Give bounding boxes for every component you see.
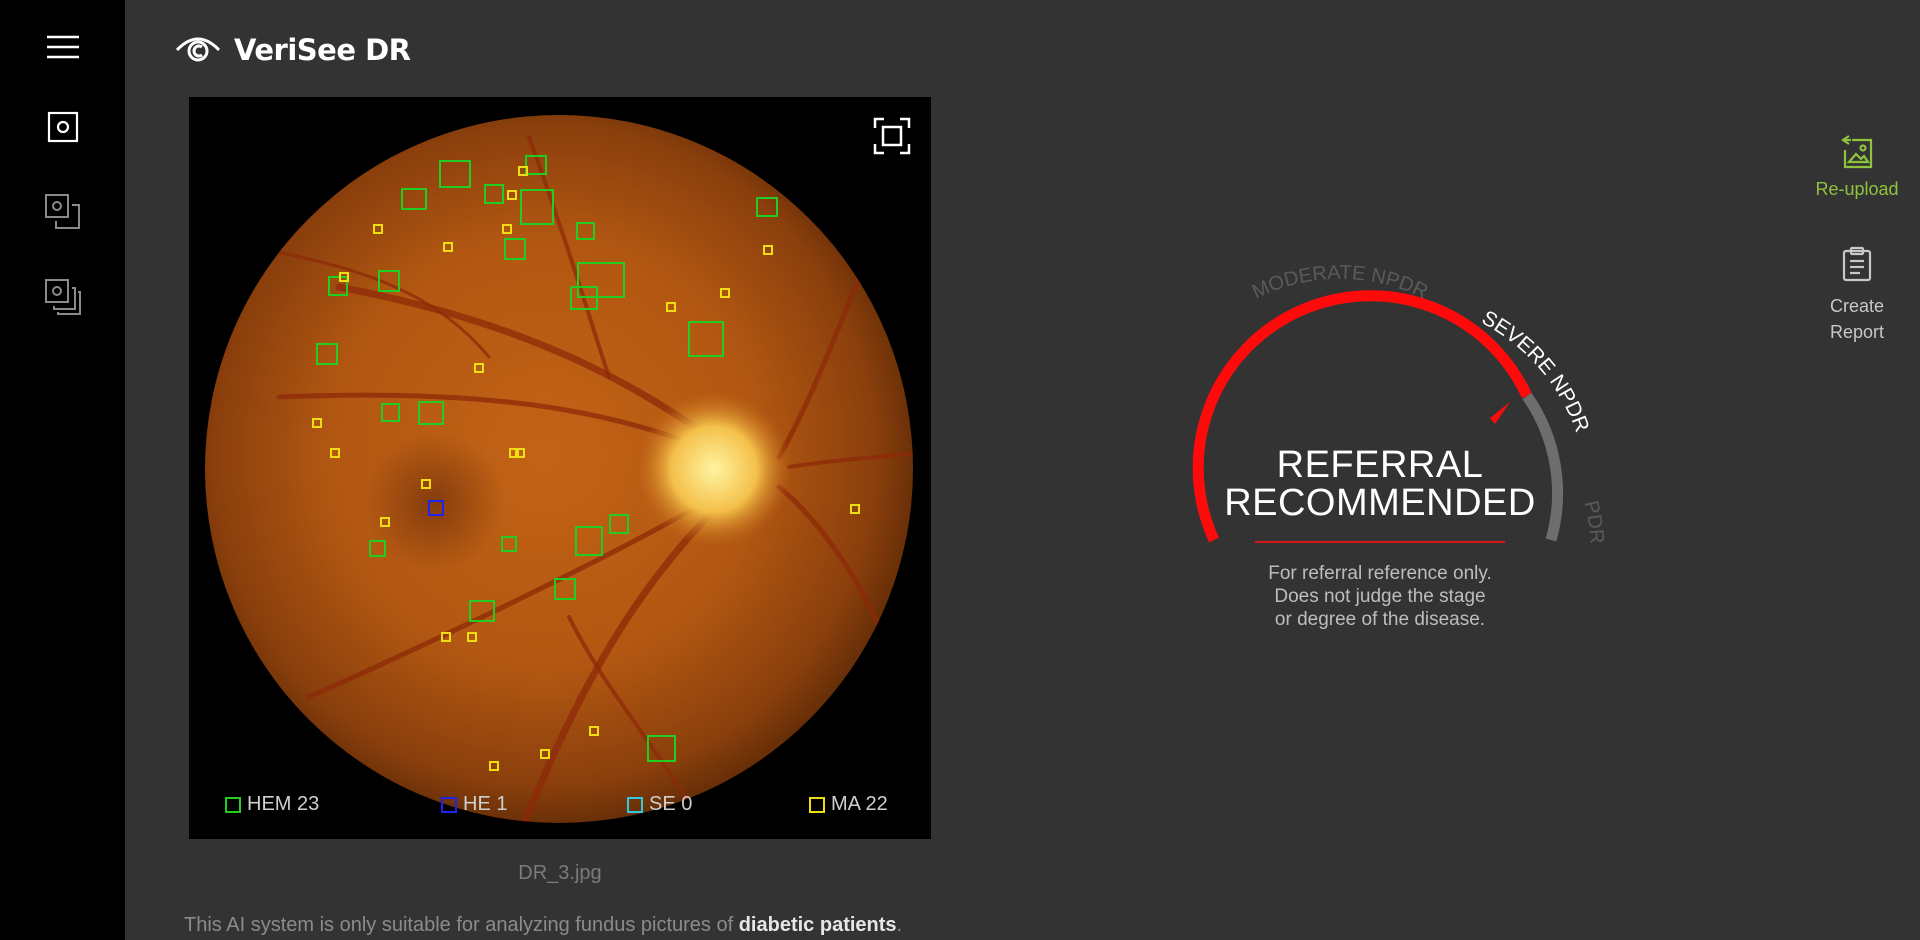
legend-item-he: HE 1: [441, 793, 507, 816]
report-label-line: Report: [1829, 322, 1885, 342]
lesion-legend: HEM 23 HE 1 SE 0 MA 22: [189, 793, 931, 823]
sidebar: [0, 0, 125, 940]
fundus-image: [205, 115, 913, 823]
gauge-pointer: [1490, 402, 1510, 424]
legend-label: SE 0: [649, 793, 693, 815]
footer-disclaimer: This AI system is only suitable for anal…: [184, 914, 902, 937]
legend-item-ma: MA 22: [809, 793, 888, 816]
headline-underline: [1255, 541, 1505, 543]
legend-swatch: [627, 796, 643, 813]
create-report-button[interactable]: Create Report: [1797, 246, 1917, 345]
image-pair-icon[interactable]: [40, 189, 86, 235]
image-stack-icon[interactable]: [40, 274, 86, 320]
fullscreen-icon[interactable]: [873, 117, 911, 155]
headline-line: RECOMMENDED: [1224, 482, 1536, 524]
referral-headline: REFERRAL RECOMMENDED: [1180, 446, 1580, 522]
headline-line: REFERRAL: [1276, 444, 1484, 486]
legend-item-hem: HEM 23: [225, 793, 319, 816]
single-image-icon[interactable]: [40, 104, 86, 150]
legend-swatch: [809, 796, 825, 813]
legend-label: MA 22: [831, 793, 888, 815]
legend-swatch: [225, 796, 241, 813]
referral-note: For referral reference only. Does not ju…: [1230, 562, 1530, 631]
legend-label: HEM 23: [247, 793, 320, 815]
legend-swatch: [441, 796, 457, 813]
note-line: For referral reference only.: [1268, 563, 1492, 584]
legend-item-se: SE 0: [627, 793, 692, 816]
disclaimer-suffix: .: [896, 914, 903, 936]
eye-logo-icon: [174, 30, 222, 69]
reupload-image-icon: [1797, 134, 1917, 175]
disclaimer-text: This AI system is only suitable for anal…: [184, 914, 739, 936]
legend-label: HE 1: [463, 793, 508, 815]
app-title: VeriSee DR: [234, 32, 411, 67]
report-label-line: Create: [1829, 296, 1885, 316]
app-brand: VeriSee DR: [174, 30, 411, 69]
disclaimer-emphasis: diabetic patients: [738, 914, 897, 936]
fundus-image-panel: HEM 23 HE 1 SE 0 MA 22: [189, 97, 931, 839]
reupload-button[interactable]: Re-upload: [1797, 134, 1917, 200]
reupload-label: Re-upload: [1815, 179, 1899, 199]
hamburger-icon[interactable]: [40, 24, 86, 70]
note-line: or degree of the disease.: [1274, 609, 1486, 630]
note-line: Does not judge the stage: [1274, 586, 1486, 607]
image-filename: DR_3.jpg: [518, 862, 602, 884]
gauge-label-pdr: PDR: [1579, 499, 1607, 545]
clipboard-icon: [1797, 246, 1917, 289]
